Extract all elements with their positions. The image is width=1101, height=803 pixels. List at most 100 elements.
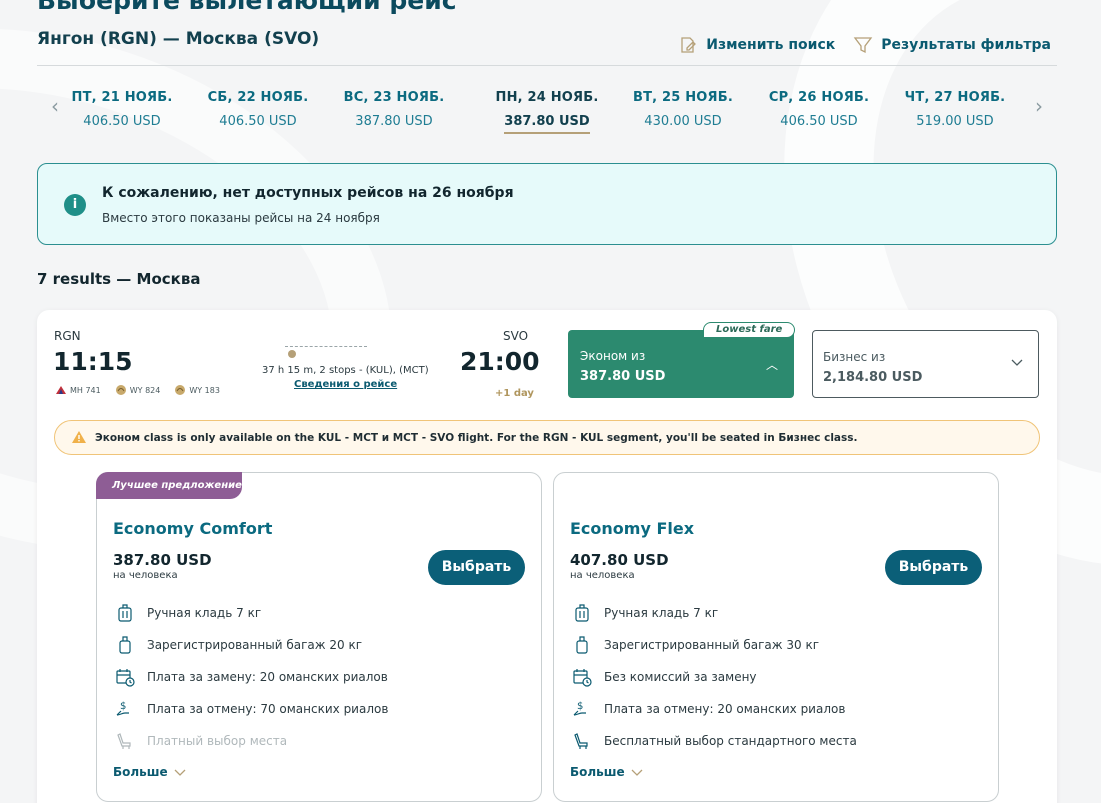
- date-label: ЧТ, 27 НОЯБ.: [904, 90, 1006, 105]
- feature-item: Зарегистрированный багаж 20 кг: [115, 629, 388, 661]
- fare-per-person: на человека: [570, 570, 635, 581]
- select-fare-button[interactable]: Выбрать: [885, 550, 982, 585]
- feature-item: Ручная кладь 7 кг: [115, 597, 388, 629]
- feature-text: Зарегистрированный багаж 30 кг: [604, 638, 819, 652]
- chevron-down-icon: [174, 769, 186, 776]
- edit-icon: [681, 37, 697, 53]
- fare-name: Economy Flex: [570, 519, 695, 538]
- fare-features: Ручная кладь 7 кг Зарегистрированный баг…: [572, 597, 857, 757]
- date-price: 406.50 USD: [780, 114, 858, 129]
- info-icon: i: [64, 194, 86, 216]
- route-line: [285, 346, 367, 347]
- feature-text: Зарегистрированный багаж 20 кг: [147, 638, 362, 652]
- feature-item: Плата за замену: 20 оманских риалов: [115, 661, 388, 693]
- more-link[interactable]: Больше: [570, 765, 643, 779]
- date-price: 406.50 USD: [83, 114, 161, 129]
- date-tab[interactable]: СБ, 22 НОЯБ. 406.50 USD: [198, 90, 318, 129]
- filter-results-link[interactable]: Результаты фильтра: [853, 35, 1051, 55]
- fare-name: Economy Comfort: [113, 519, 273, 538]
- filter-icon: [853, 37, 873, 54]
- flight-duration: 37 h 15 m, 2 stops - (KUL), (MCT): [262, 365, 429, 376]
- feature-text: Ручная кладь 7 кг: [604, 606, 719, 620]
- svg-text:$: $: [120, 701, 126, 712]
- fare-price: 407.80 USD: [570, 551, 669, 569]
- feature-item: Зарегистрированный багаж 30 кг: [572, 629, 857, 661]
- feature-item: $ Плата за отмену: 20 оманских риалов: [572, 693, 857, 725]
- feature-text: Ручная кладь 7 кг: [147, 606, 262, 620]
- oman-air-logo-icon: [175, 385, 186, 395]
- filter-results-label: Результаты фильтра: [881, 37, 1051, 53]
- feature-item: Без комиссий за замену: [572, 661, 857, 693]
- economy-fare-button[interactable]: Эконом из 387.80 USD ︿: [568, 330, 794, 398]
- plus-day-badge: +1 day: [495, 388, 534, 399]
- best-offer-badge: Лучшее предложение: [96, 472, 242, 499]
- date-label: ПТ, 21 НОЯБ.: [71, 90, 173, 105]
- date-price: 519.00 USD: [916, 114, 994, 129]
- flight-details-link[interactable]: Сведения о рейсе: [294, 379, 397, 390]
- date-label: ВТ, 25 НОЯБ.: [632, 90, 734, 105]
- seat-icon: [574, 733, 588, 749]
- carry-on-bag-icon: [118, 604, 132, 622]
- notice-title: К сожалению, нет доступных рейсов на 26 …: [102, 185, 514, 201]
- date-label: ПН, 24 НОЯБ.: [495, 90, 599, 105]
- warning-icon: [72, 431, 86, 443]
- business-fare-button[interactable]: Бизнес из 2,184.80 USD: [812, 330, 1039, 398]
- flight-number: WY 824: [115, 384, 161, 396]
- oman-air-logo-icon: [115, 385, 126, 395]
- no-flights-notice: i К сожалению, нет доступных рейсов на 2…: [37, 163, 1057, 245]
- route-dot: [288, 350, 296, 358]
- checked-bag-icon: [576, 636, 588, 654]
- chevron-right-icon[interactable]: ›: [1029, 96, 1049, 116]
- fare-option-card: Лучшее предложение Economy Comfort 387.8…: [96, 472, 542, 802]
- feature-item: $ Плата за отмену: 70 оманских риалов: [115, 693, 388, 725]
- calendar-change-icon: [573, 669, 592, 687]
- feature-item: Бесплатный выбор стандартного места: [572, 725, 857, 757]
- more-label: Больше: [570, 765, 625, 779]
- more-link[interactable]: Больше: [113, 765, 186, 779]
- date-tab[interactable]: ЧТ, 27 НОЯБ. 519.00 USD: [895, 90, 1015, 129]
- date-tab[interactable]: СР, 26 НОЯБ. 406.50 USD: [759, 90, 879, 129]
- date-price: 387.80 USD: [504, 114, 590, 134]
- flight-number-label: WY 824: [129, 385, 161, 395]
- chevron-up-icon: ︿: [765, 358, 778, 372]
- fare-features: Ручная кладь 7 кг Зарегистрированный баг…: [115, 597, 388, 757]
- chevron-down-icon: [1011, 359, 1023, 366]
- date-tab[interactable]: ВС, 23 НОЯБ. 387.80 USD: [334, 90, 454, 129]
- flight-numbers: MH 741 WY 824 WY 183: [55, 384, 220, 396]
- feature-text: Плата за отмену: 70 оманских риалов: [147, 702, 389, 716]
- modify-search-link[interactable]: Изменить поиск: [678, 35, 835, 55]
- seat-icon: [117, 733, 131, 749]
- svg-text:$: $: [577, 701, 583, 712]
- date-tab[interactable]: ПТ, 21 НОЯБ. 406.50 USD: [62, 90, 182, 129]
- arrival-code: SVO: [503, 329, 529, 343]
- flight-number: MH 741: [55, 384, 101, 396]
- checked-bag-icon: [119, 636, 131, 654]
- feature-text: Платный выбор места: [147, 734, 288, 748]
- malaysia-airlines-logo-icon: [56, 386, 66, 394]
- fare-per-person: на человека: [113, 570, 178, 581]
- flight-number-label: WY 183: [189, 385, 220, 395]
- feature-text: Плата за отмену: 20 оманских риалов: [604, 702, 846, 716]
- date-carousel: ‹ ПТ, 21 НОЯБ. 406.50 USD СБ, 22 НОЯБ. 4…: [37, 78, 1057, 138]
- business-fare-price: 2,184.80 USD: [823, 370, 923, 385]
- flight-number-label: MH 741: [70, 385, 101, 395]
- economy-fare-label: Эконом из: [580, 349, 646, 363]
- feature-text: Плата за замену: 20 оманских риалов: [147, 670, 388, 684]
- date-label: СБ, 22 НОЯБ.: [207, 90, 309, 105]
- date-label: СР, 26 НОЯБ.: [768, 90, 870, 105]
- date-tab[interactable]: ВТ, 25 НОЯБ. 430.00 USD: [623, 90, 743, 129]
- date-tab-selected[interactable]: ПН, 24 НОЯБ. 387.80 USD: [487, 90, 607, 134]
- cabin-warning: Эконом class is only available on the KU…: [54, 420, 1040, 455]
- flight-number: WY 183: [174, 384, 220, 396]
- business-fare-label: Бизнес из: [823, 350, 886, 364]
- departure-code: RGN: [54, 329, 81, 343]
- lowest-fare-badge: Lowest fare: [703, 322, 796, 338]
- select-fare-button[interactable]: Выбрать: [428, 550, 525, 585]
- date-price: 430.00 USD: [644, 114, 722, 129]
- date-label: ВС, 23 НОЯБ.: [343, 90, 445, 105]
- chevron-down-icon: [631, 769, 643, 776]
- feature-text: Без комиссий за замену: [604, 670, 757, 684]
- flight-card: RGN 11:15 MH 741 WY 824 WY 183 37 h 15 m…: [37, 310, 1057, 803]
- results-count: 7 results — Москва: [37, 270, 201, 288]
- fare-price: 387.80 USD: [113, 551, 212, 569]
